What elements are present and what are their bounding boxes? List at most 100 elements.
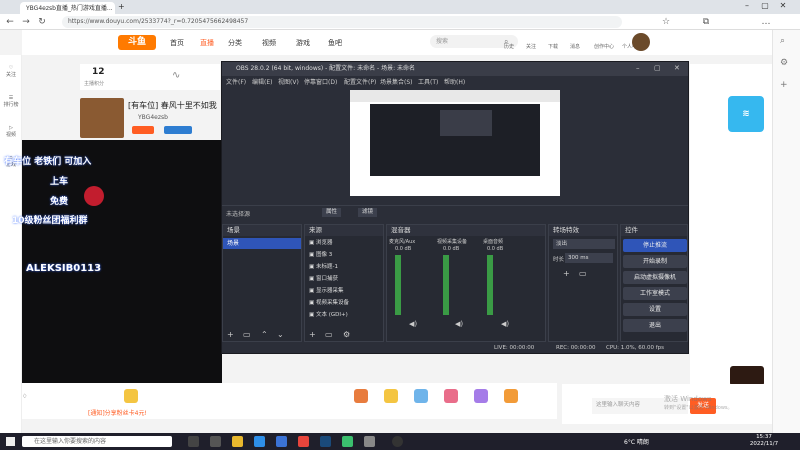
add-scene-icon[interactable]: +	[227, 330, 234, 339]
menu-help[interactable]: 帮助(H)	[444, 77, 465, 86]
menu-tools[interactable]: 工具(T)	[418, 77, 438, 86]
menu-file[interactable]: 文件(F)	[226, 77, 246, 86]
site-logo[interactable]: 斗鱼	[118, 35, 156, 50]
remove-scene-icon[interactable]: ▭	[243, 330, 251, 339]
refresh-icon[interactable]: ↻	[36, 16, 48, 28]
nav-home[interactable]: 首页	[170, 38, 184, 48]
sidebar-item-rank[interactable]: ☰ 排行榜	[0, 95, 22, 108]
obs-close-icon[interactable]: ✕	[674, 64, 680, 72]
header-creator[interactable]: 创作中心	[594, 43, 614, 50]
taskbar-search-input[interactable]: 在这里输入你要搜索的内容	[22, 436, 172, 447]
steam-icon[interactable]	[320, 436, 331, 447]
clock-date: 2022/11/7	[749, 441, 779, 447]
edge-search-icon[interactable]: ⌕	[780, 36, 785, 46]
edge-add-icon[interactable]: +	[780, 80, 788, 90]
avatar[interactable]	[632, 33, 650, 51]
source-item[interactable]: ▣ 文本 (GDI+)	[309, 310, 348, 321]
game-promo[interactable]	[730, 366, 764, 386]
gift-item[interactable]	[474, 389, 488, 403]
move-up-icon[interactable]: ⌃	[261, 330, 268, 339]
menu-profile[interactable]: 配置文件(P)	[344, 77, 376, 86]
task-view-icon[interactable]	[188, 436, 199, 447]
remove-source-icon[interactable]: ▭	[325, 330, 333, 339]
taskbar-app-icon[interactable]	[298, 436, 309, 447]
source-item[interactable]: ▣ 浏览器	[309, 238, 332, 249]
exit-button[interactable]: 退出	[623, 319, 687, 332]
scene-item[interactable]: 场景	[223, 238, 301, 249]
settings-menu-icon[interactable]: …	[760, 16, 772, 28]
collections-icon[interactable]: ⧉	[700, 16, 712, 28]
nav-live[interactable]: 直播	[200, 38, 214, 48]
edge-icon[interactable]	[254, 436, 265, 447]
menu-scene-collection[interactable]: 场景集合(S)	[380, 77, 413, 86]
streamer-avatar[interactable]	[80, 98, 124, 138]
taskbar-clock[interactable]: 15:37 2022/11/7	[744, 434, 784, 449]
gear-icon[interactable]: ⚙	[343, 330, 350, 339]
source-item[interactable]: ▣ 视频采集设备	[309, 298, 349, 309]
gift-item[interactable]	[444, 389, 458, 403]
forward-icon[interactable]: →	[20, 16, 32, 28]
source-item[interactable]: ▣ 图像 3	[309, 250, 332, 261]
add-transition-icon[interactable]: +	[563, 269, 570, 278]
maximize-icon[interactable]: ▢	[758, 1, 772, 13]
close-icon[interactable]: ✕	[776, 1, 790, 13]
header-download[interactable]: 下载	[548, 43, 558, 50]
remove-transition-icon[interactable]: ▭	[579, 269, 587, 278]
start-recording-button[interactable]: 开始录制	[623, 255, 687, 268]
browser-tab-active[interactable]: YBG4ezsb直播_热门游戏直播...	[20, 2, 115, 14]
gift-item[interactable]	[504, 389, 518, 403]
speaker-icon[interactable]: ◀)	[455, 320, 463, 328]
edge-tools-icon[interactable]: ⚙	[780, 58, 788, 68]
streamer-name[interactable]: YBG4ezsb	[138, 114, 168, 121]
filters-button[interactable]: 滤镜	[358, 208, 378, 217]
favorites-icon[interactable]: ☆	[660, 16, 672, 28]
new-tab-icon[interactable]: +	[118, 2, 125, 11]
taskbar-app-icon[interactable]	[364, 436, 375, 447]
gift-item[interactable]	[414, 389, 428, 403]
taskbar-app-icon[interactable]	[342, 436, 353, 447]
virtual-camera-button[interactable]: 启动虚拟摄像机	[623, 271, 687, 284]
properties-button[interactable]: 属性	[322, 208, 342, 217]
add-source-icon[interactable]: +	[309, 330, 316, 339]
studio-mode-button[interactable]: 工作室模式	[623, 287, 687, 300]
sidebar-item-follow[interactable]: ♡ 关注	[0, 65, 22, 78]
speaker-icon[interactable]: ◀)	[501, 320, 509, 328]
menu-edit[interactable]: 编辑(E)	[252, 77, 272, 86]
back-icon[interactable]: ←	[4, 16, 16, 28]
header-follow[interactable]: 关注	[526, 43, 536, 50]
header-message[interactable]: 消息	[570, 43, 580, 50]
duration-label: 时长	[553, 257, 565, 263]
taskbar-app-icon[interactable]	[276, 436, 287, 447]
move-down-icon[interactable]: ⌄	[277, 330, 284, 339]
weather-text[interactable]: 6°C 晴朗	[624, 437, 649, 446]
menu-view[interactable]: 视图(V)	[278, 77, 299, 86]
obs-taskbar-icon[interactable]	[392, 436, 403, 447]
settings-button[interactable]: 设置	[623, 303, 687, 316]
taskbar-app-icon[interactable]	[210, 436, 221, 447]
nav-video[interactable]: 视频	[262, 38, 276, 48]
stop-streaming-button[interactable]: 停止推流	[623, 239, 687, 252]
speaker-icon[interactable]: ◀)	[409, 320, 417, 328]
file-explorer-icon[interactable]	[232, 436, 243, 447]
header-history[interactable]: 历史	[504, 43, 514, 50]
source-item[interactable]: ▣ 显示器采集	[309, 286, 343, 297]
menu-docks[interactable]: 停靠窗口(D)	[304, 77, 337, 86]
minimize-icon[interactable]: –	[740, 1, 754, 13]
nav-fishbar[interactable]: 鱼吧	[328, 38, 342, 48]
source-item[interactable]: ▣ 未标题-1	[309, 262, 338, 273]
obs-minimize-icon[interactable]: –	[636, 64, 640, 72]
gift-item[interactable]	[384, 389, 398, 403]
sidebar-item-video[interactable]: ▷ 视频	[0, 125, 22, 138]
nav-game[interactable]: 游戏	[296, 38, 310, 48]
obs-preview[interactable]	[350, 90, 560, 196]
nav-category[interactable]: 分类	[228, 38, 242, 48]
windows-start-icon[interactable]	[6, 437, 15, 446]
gift-item[interactable]	[124, 389, 138, 403]
transition-select[interactable]: 淡出	[553, 239, 615, 249]
gift-item[interactable]	[354, 389, 368, 403]
source-item[interactable]: ▣ 窗口捕获	[309, 274, 338, 285]
obs-maximize-icon[interactable]: ▢	[654, 64, 661, 72]
promo-badge[interactable]: ≋	[728, 96, 764, 132]
url-input[interactable]: https://www.douyu.com/2533774?_r=0.72054…	[62, 16, 622, 28]
duration-input[interactable]: 300 ms	[565, 253, 613, 263]
